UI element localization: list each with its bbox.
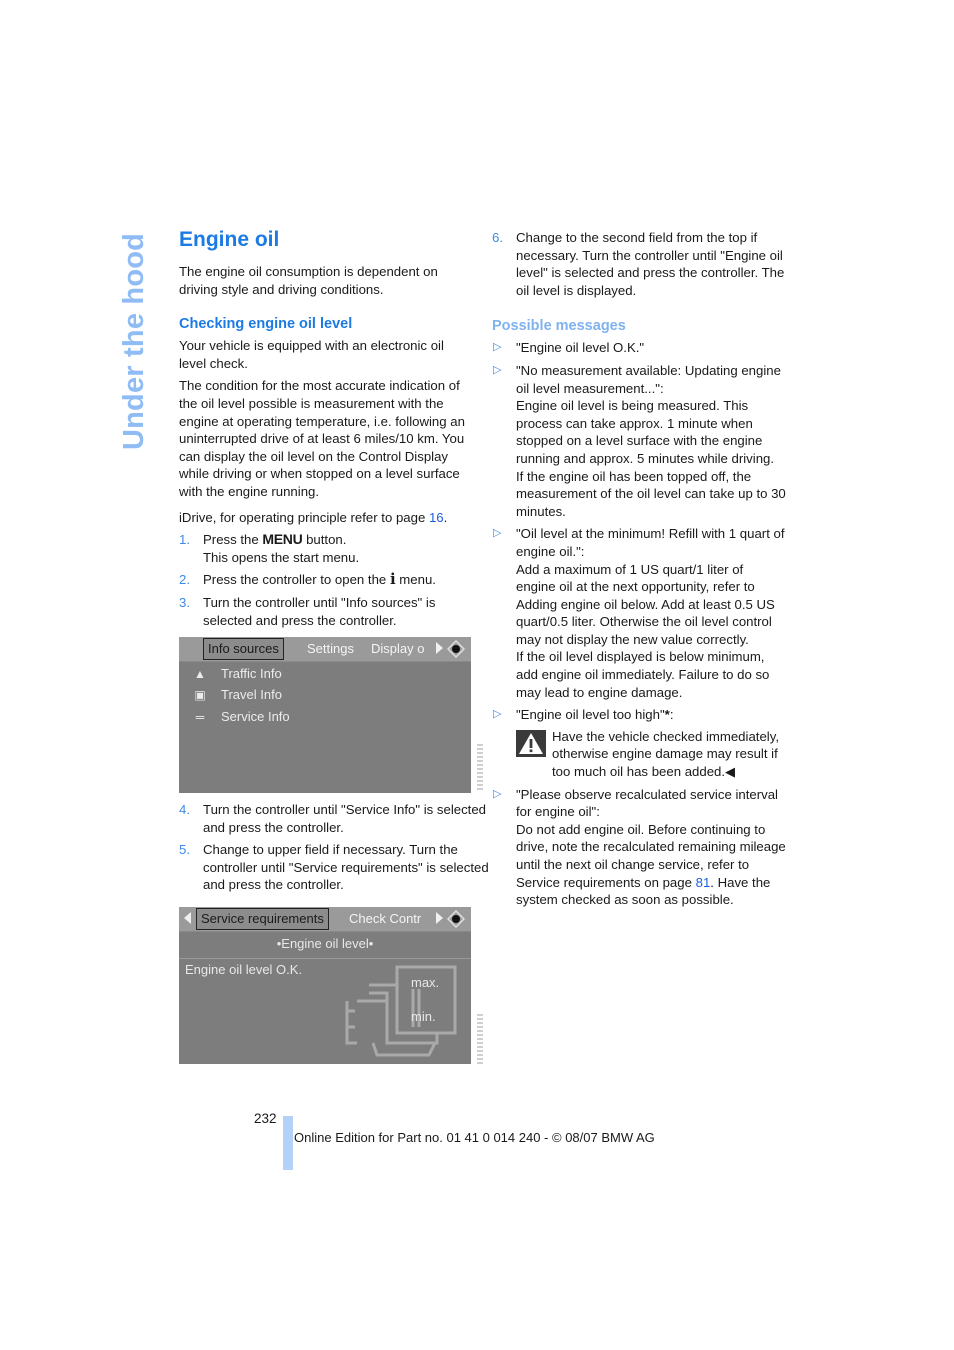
service-info-icon: ═ (195, 710, 205, 724)
paragraph-equipped: Your vehicle is equipped with an electro… (179, 338, 444, 371)
left-column: Engine oil The engine oil consumption is… (179, 227, 489, 892)
message-item: ▷ "Engine oil level O.K." (493, 340, 645, 356)
subheading-possible-messages: Possible messages (492, 318, 626, 335)
subheading-checking: Checking engine oil level (179, 316, 353, 333)
chapter-title-text: Under the hood (118, 232, 150, 450)
step-5: 5. Change to upper field if necessary. T… (179, 842, 489, 893)
tab-bar: Info sources Settings Display o (179, 637, 471, 662)
idrive-screen-info-sources: Info sources Settings Display o ▲ Traffic… (179, 637, 471, 793)
controller-icon (447, 910, 465, 928)
oil-status-text: Engine oil level O.K. (185, 962, 303, 977)
controller-icon (447, 640, 465, 658)
idrive-screen-engine-oil-level: Service requirements Check Contr •Engine… (179, 907, 471, 1064)
bullet-arrow-icon: ▷ (493, 527, 502, 540)
message-item: ▷ "Please observe recalculated service i… (493, 786, 786, 908)
image-code-mark (477, 1014, 483, 1064)
scroll-right-arrow-icon[interactable] (436, 912, 443, 924)
list-item-traffic-info[interactable]: ▲ Traffic Info (189, 664, 282, 684)
tab-settings[interactable]: Settings (307, 639, 354, 659)
engine-oil-gauge-icon: max. min. (345, 965, 457, 1057)
bullet-arrow-icon: ▷ (493, 341, 502, 354)
warning-triangle-icon (516, 729, 546, 757)
step-1: 1. Press the MENU button. This opens the… (179, 531, 360, 565)
gauge-max-label: max. (411, 975, 439, 990)
svg-text:min.: min. (411, 1009, 436, 1024)
idrive-reference: iDrive, for operating principle refer to… (179, 509, 448, 525)
page-number: 232 (254, 1111, 277, 1126)
tab-service-requirements[interactable]: Service requirements (196, 908, 329, 930)
section-heading: Engine oil (179, 228, 280, 251)
tab-display[interactable]: Display o (371, 639, 424, 659)
step-4: 4. Turn the controller until "Service In… (179, 802, 487, 835)
page-link-16[interactable]: 16 (429, 510, 444, 525)
image-code-mark (477, 744, 483, 792)
menu-button-icon: MENU (262, 531, 303, 548)
step-3: 3. Turn the controller until "Info sourc… (179, 594, 436, 628)
list-item-service-info[interactable]: ═ Service Info (189, 707, 290, 727)
step-6: 6. Change to the second field from the t… (492, 230, 785, 298)
svg-text:max.: max. (411, 975, 439, 990)
step-2: 2. Press the controller to open the i me… (179, 570, 436, 589)
tab-check-control[interactable]: Check Contr (349, 909, 421, 929)
footer-accent-bar (283, 1116, 293, 1170)
travel-info-icon: ▣ (194, 688, 206, 702)
tab-bar: Service requirements Check Contr (179, 907, 471, 932)
chapter-side-title: Under the hood (117, 232, 151, 450)
bullet-arrow-icon: ▷ (493, 787, 502, 800)
engine-oil-level-subtitle[interactable]: •Engine oil level• (179, 934, 471, 959)
bullet-arrow-icon: ▷ (493, 363, 502, 376)
message-item: ▷ "No measurement available: Updating en… (493, 362, 786, 519)
message-item: ▷ "Oil level at the minimum! Refill with… (493, 526, 785, 700)
scroll-right-arrow-icon[interactable] (436, 642, 443, 654)
tab-info-sources[interactable]: Info sources (203, 638, 284, 660)
right-column: 6. Change to the second field from the t… (492, 229, 786, 914)
scroll-left-arrow-icon[interactable] (184, 912, 191, 924)
traffic-info-icon: ▲ (194, 667, 206, 681)
footer-edition-text: Online Edition for Part no. 01 41 0 014 … (294, 1130, 655, 1145)
warning-note: Have the vehicle checked immediately, ot… (516, 728, 786, 781)
message-item: ▷ "Engine oil level too high"*: Have the… (492, 706, 786, 780)
intro-paragraph: The engine oil consumption is dependent … (179, 264, 438, 297)
end-of-note-icon: ◀ (725, 764, 736, 780)
paragraph-condition: The condition for the most accurate indi… (179, 378, 465, 499)
page-link-81[interactable]: 81 (696, 875, 711, 890)
gauge-min-label: min. (411, 1009, 436, 1024)
bullet-arrow-icon: ▷ (493, 708, 502, 721)
list-item-travel-info[interactable]: ▣ Travel Info (189, 685, 282, 705)
